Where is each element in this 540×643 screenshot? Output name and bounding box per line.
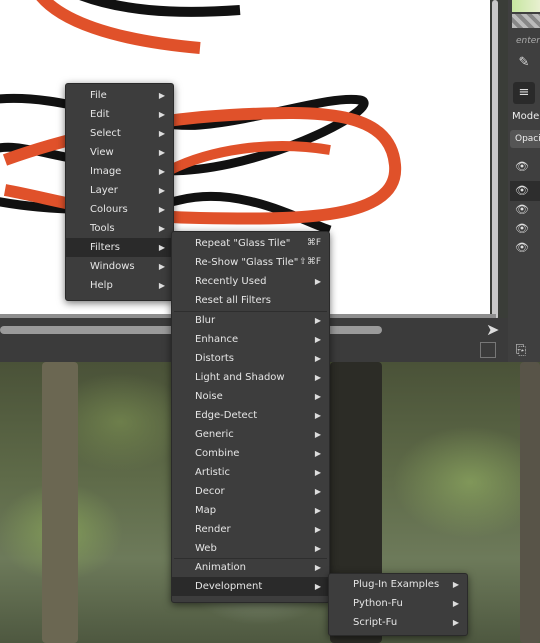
menu-item-generic[interactable]: Generic ▶ xyxy=(172,425,329,444)
submenu-arrow-icon: ▶ xyxy=(158,129,165,138)
submenu-arrow-icon: ▶ xyxy=(452,618,459,627)
submenu-arrow-icon: ▶ xyxy=(314,582,321,591)
menu-item-script-fu[interactable]: Script-Fu ▶ xyxy=(329,613,467,632)
opacity-field[interactable]: Opaci xyxy=(510,130,540,148)
brush-preview[interactable] xyxy=(512,0,540,12)
submenu-arrow-icon: ▶ xyxy=(314,373,321,382)
submenu-arrow-icon: ▶ xyxy=(314,430,321,439)
tree-trunk xyxy=(42,362,78,643)
menu-item-filters[interactable]: Filters ▶ xyxy=(66,238,173,257)
menu-item-animation[interactable]: Animation ▶ xyxy=(172,558,329,577)
submenu-arrow-icon: ▶ xyxy=(314,277,321,286)
submenu-arrow-icon: ▶ xyxy=(314,335,321,344)
menu-item-render[interactable]: Render ▶ xyxy=(172,520,329,539)
menu-item-image[interactable]: Image ▶ xyxy=(66,162,173,181)
menu-item-blur[interactable]: Blur ▶ xyxy=(172,311,329,330)
menu-item-light-and-shadow[interactable]: Light and Shadow ▶ xyxy=(172,368,329,387)
submenu-arrow-icon: ▶ xyxy=(314,506,321,515)
menu-item-select[interactable]: Select ▶ xyxy=(66,124,173,143)
menu-item-enhance[interactable]: Enhance ▶ xyxy=(172,330,329,349)
menu-item-colours[interactable]: Colours ▶ xyxy=(66,200,173,219)
visibility-eye-icon[interactable]: 👁 xyxy=(515,184,529,198)
menu-item-distorts[interactable]: Distorts ▶ xyxy=(172,349,329,368)
submenu-arrow-icon: ▶ xyxy=(314,544,321,553)
development-submenu: Plug-In Examples ▶ Python-Fu ▶ Script-Fu ▶ xyxy=(328,573,468,636)
submenu-arrow-icon: ▶ xyxy=(158,243,165,252)
menu-item-development[interactable]: Development ▶ xyxy=(172,577,329,596)
vertical-scrollbar[interactable] xyxy=(492,0,498,320)
menu-item-recently-used[interactable]: Recently Used ▶ xyxy=(172,272,329,291)
pattern-preview[interactable] xyxy=(512,14,540,28)
submenu-arrow-icon: ▶ xyxy=(158,205,165,214)
menu-item-artistic[interactable]: Artistic ▶ xyxy=(172,463,329,482)
menu-item-edit[interactable]: Edit ▶ xyxy=(66,105,173,124)
tree-trunk xyxy=(520,362,540,643)
menu-item-windows[interactable]: Windows ▶ xyxy=(66,257,173,276)
menu-item-layer[interactable]: Layer ▶ xyxy=(66,181,173,200)
submenu-arrow-icon: ▶ xyxy=(314,449,321,458)
menu-item-file[interactable]: File ▶ xyxy=(66,86,173,105)
menu-item-combine[interactable]: Combine ▶ xyxy=(172,444,329,463)
navigate-icon[interactable]: ➤ xyxy=(486,320,499,339)
zoom-toggle-icon[interactable] xyxy=(480,342,496,358)
layers-icon[interactable]: ≡ xyxy=(513,82,535,104)
submenu-arrow-icon: ▶ xyxy=(314,525,321,534)
submenu-arrow-icon: ▶ xyxy=(158,167,165,176)
menu-item-view[interactable]: View ▶ xyxy=(66,143,173,162)
menu-item-repeat-glass-tile[interactable]: Repeat "Glass Tile" ⌘F xyxy=(172,234,329,253)
submenu-arrow-icon: ▶ xyxy=(314,354,321,363)
menu-item-tools[interactable]: Tools ▶ xyxy=(66,219,173,238)
menu-item-python-fu[interactable]: Python-Fu ▶ xyxy=(329,594,467,613)
edit-icon[interactable]: ✎ xyxy=(513,52,535,74)
submenu-arrow-icon: ▶ xyxy=(158,224,165,233)
submenu-arrow-icon: ▶ xyxy=(158,148,165,157)
menu-item-reshow-glass-tile[interactable]: Re-Show "Glass Tile" ⇧⌘F xyxy=(172,253,329,272)
submenu-arrow-icon: ▶ xyxy=(314,468,321,477)
submenu-arrow-icon: ▶ xyxy=(314,392,321,401)
visibility-eye-icon[interactable]: 👁 xyxy=(515,241,529,255)
submenu-arrow-icon: ▶ xyxy=(314,411,321,420)
submenu-arrow-icon: ▶ xyxy=(314,487,321,496)
filters-submenu: Repeat "Glass Tile" ⌘F Re-Show "Glass Til… xyxy=(171,231,330,603)
menu-item-noise[interactable]: Noise ▶ xyxy=(172,387,329,406)
submenu-arrow-icon: ▶ xyxy=(158,262,165,271)
menu-item-plug-in-examples[interactable]: Plug-In Examples ▶ xyxy=(329,575,467,594)
visibility-eye-icon[interactable]: 👁 xyxy=(515,160,529,174)
submenu-arrow-icon: ▶ xyxy=(314,316,321,325)
new-layer-icon[interactable]: ⎘ xyxy=(510,340,532,362)
submenu-arrow-icon: ▶ xyxy=(158,91,165,100)
menu-item-web[interactable]: Web ▶ xyxy=(172,539,329,558)
image-context-menu: File ▶ Edit ▶ Select ▶ View ▶ Image ▶ Layer ▶ … xyxy=(65,83,174,301)
mode-label: Mode xyxy=(512,111,540,122)
submenu-arrow-icon: ▶ xyxy=(314,563,321,572)
submenu-arrow-icon: ▶ xyxy=(452,599,459,608)
menu-item-map[interactable]: Map ▶ xyxy=(172,501,329,520)
menu-item-decor[interactable]: Decor ▶ xyxy=(172,482,329,501)
submenu-arrow-icon: ▶ xyxy=(158,186,165,195)
menu-item-help[interactable]: Help ▶ xyxy=(66,276,173,295)
dock-search-input[interactable]: enter xyxy=(516,36,540,46)
menu-item-edge-detect[interactable]: Edge-Detect ▶ xyxy=(172,406,329,425)
submenu-arrow-icon: ▶ xyxy=(158,281,165,290)
submenu-arrow-icon: ▶ xyxy=(158,110,165,119)
menu-item-reset-all-filters[interactable]: Reset all Filters xyxy=(172,291,329,310)
submenu-arrow-icon: ▶ xyxy=(452,580,459,589)
visibility-eye-icon[interactable]: 👁 xyxy=(515,203,529,217)
visibility-eye-icon[interactable]: 👁 xyxy=(515,222,529,236)
